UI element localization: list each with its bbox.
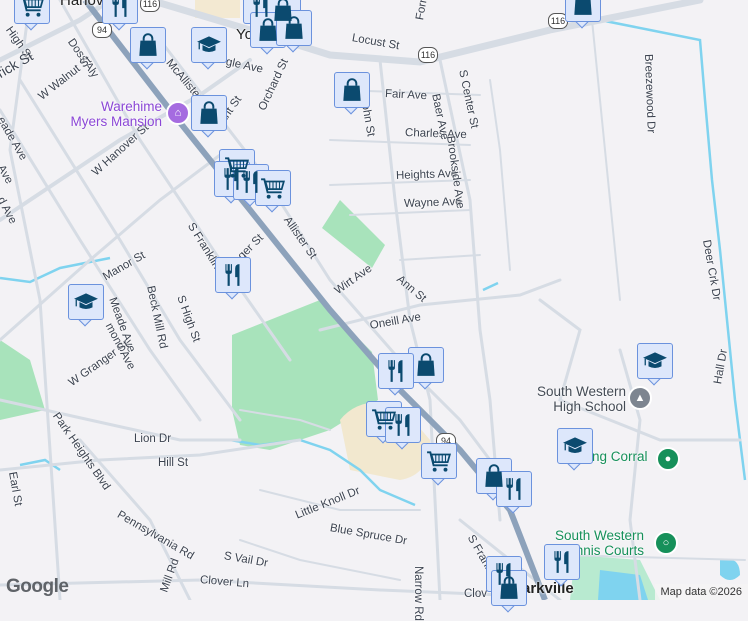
poi-south-western-high-school[interactable]: South Western High School bbox=[530, 384, 626, 414]
school-cap-icon bbox=[642, 348, 668, 374]
map-marker-cart[interactable] bbox=[255, 170, 291, 216]
restaurant-icon bbox=[383, 358, 409, 384]
street-label: Clov bbox=[464, 588, 487, 600]
restaurant-icon bbox=[220, 262, 246, 288]
map-marker-food[interactable] bbox=[378, 353, 414, 399]
restaurant-icon bbox=[501, 476, 527, 502]
map-attribution[interactable]: Map data ©2026 bbox=[655, 584, 748, 600]
street-label: Fair Ave bbox=[385, 88, 428, 102]
restaurant-icon bbox=[390, 412, 416, 438]
shopping-bag-icon bbox=[196, 100, 222, 126]
shopping-bag-icon bbox=[496, 575, 522, 601]
school-cap-icon bbox=[562, 433, 588, 459]
park-area bbox=[322, 200, 385, 268]
shopping-bag-icon bbox=[135, 32, 161, 58]
school-icon[interactable]: ▲ bbox=[628, 386, 652, 410]
grocery-cart-icon bbox=[426, 448, 452, 474]
map-marker-grad[interactable] bbox=[191, 27, 227, 73]
street-label: Narrow Rd bbox=[412, 566, 424, 621]
map-marker-shop[interactable] bbox=[191, 95, 227, 141]
google-logo[interactable]: Google bbox=[6, 576, 68, 598]
museum-icon[interactable]: ⌂ bbox=[166, 101, 190, 125]
map-marker-grad[interactable] bbox=[637, 343, 673, 389]
map-marker-food[interactable] bbox=[385, 407, 421, 453]
shopping-bag-icon bbox=[255, 17, 281, 43]
map-marker-shop[interactable] bbox=[130, 27, 166, 73]
map-marker-shop[interactable] bbox=[334, 72, 370, 118]
zoo-icon[interactable]: ● bbox=[656, 447, 680, 471]
map-marker-food[interactable] bbox=[544, 544, 580, 590]
grocery-cart-icon bbox=[19, 0, 45, 19]
restaurant-icon bbox=[107, 0, 133, 19]
map-marker-grad[interactable] bbox=[557, 428, 593, 474]
map-marker-cart[interactable] bbox=[14, 0, 50, 34]
place-label-hanover: Hanov bbox=[60, 0, 103, 9]
grocery-cart-icon bbox=[260, 175, 286, 201]
street-label: Hill St bbox=[158, 457, 188, 469]
street-label: Lion Dr bbox=[134, 433, 171, 445]
poi-warehime-myers-mansion[interactable]: Warehime Myers Mansion bbox=[66, 99, 162, 129]
shopping-bag-icon bbox=[570, 0, 596, 17]
map-marker-shop[interactable] bbox=[491, 570, 527, 616]
map-marker-shop[interactable] bbox=[276, 10, 312, 56]
map-marker-cart[interactable] bbox=[421, 443, 457, 489]
poi-corral[interactable]: ng Corral bbox=[592, 449, 648, 464]
park-pin-icon[interactable]: ○ bbox=[654, 531, 678, 555]
restaurant-icon bbox=[549, 549, 575, 575]
route-116-shield: 116 bbox=[140, 0, 160, 12]
route-116-shield: 116 bbox=[418, 47, 438, 63]
shopping-bag-icon bbox=[281, 15, 307, 41]
map-marker-food[interactable] bbox=[496, 471, 532, 517]
map-marker-shop[interactable] bbox=[565, 0, 601, 32]
map-marker-grad[interactable] bbox=[68, 284, 104, 330]
shopping-bag-icon bbox=[413, 352, 439, 378]
map-marker-food[interactable] bbox=[215, 257, 251, 303]
pond bbox=[720, 559, 740, 580]
school-cap-icon bbox=[73, 289, 99, 315]
school-cap-icon bbox=[196, 32, 222, 58]
shopping-bag-icon bbox=[339, 77, 365, 103]
